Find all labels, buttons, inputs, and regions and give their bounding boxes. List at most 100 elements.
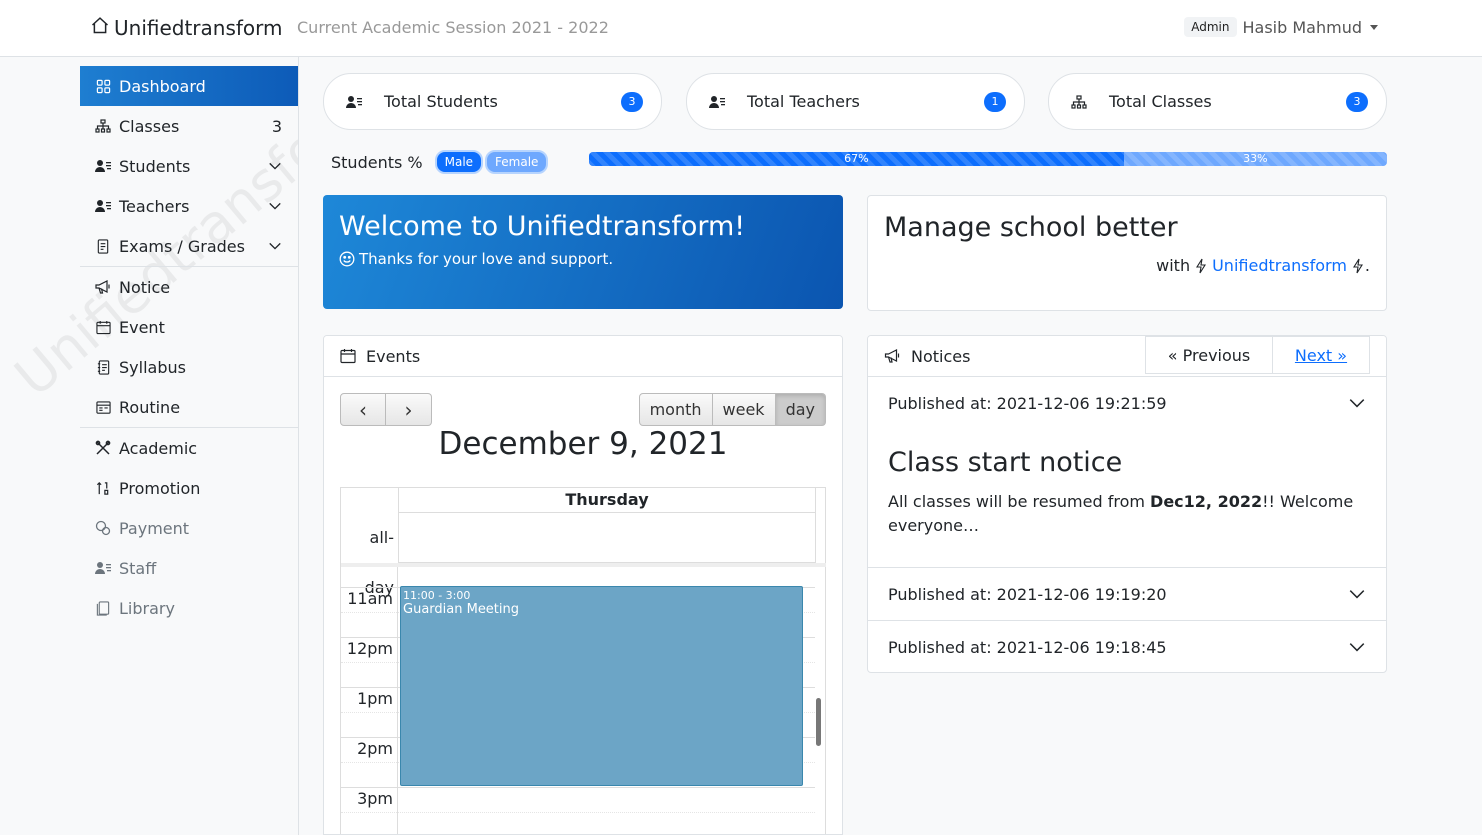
view-week-button[interactable]: week [712,393,776,426]
calendar-grid: Thursday all-day 11am 12pm 1pm 2pm 3pm 1… [340,487,826,834]
sidebar-item-label: Exams / Grades [119,236,245,256]
classes-count: 3 [271,116,282,136]
chevron-down-icon [269,242,281,250]
previous-page-button[interactable]: « Previous [1145,336,1273,374]
calendar-scrollbar[interactable] [816,698,821,746]
total-students-card[interactable]: Total Students 3 [323,73,662,130]
sidebar-item-label: Dashboard [119,76,206,96]
students-pct-label: Students % [331,152,423,172]
lightning-icon [1352,258,1363,273]
day-column-header: Thursday [398,488,815,513]
time-label: 12pm [346,639,393,658]
sidebar-item-payment[interactable]: Payment [80,508,298,548]
sidebar-item-label: Notice [119,277,171,297]
sidebar-item-label: Students [119,156,191,176]
total-teachers-card[interactable]: Total Teachers 1 [686,73,1025,130]
chevron-down-icon [1349,590,1365,599]
brand-name: Unifiedtransform [114,15,283,40]
sidebar-item-promotion[interactable]: Promotion [80,468,298,508]
caret-down-icon [1370,24,1378,30]
smile-icon [339,251,355,267]
top-navbar: Unifiedtransform Current Academic Sessio… [0,0,1482,57]
sidebar-item-notice[interactable]: Notice [80,267,298,307]
notice-toggle[interactable]: Published at: 2021-12-06 19:19:20 [868,568,1386,620]
house-icon [90,15,114,40]
calendar-nav: ‹ › [340,393,432,426]
sidebar-item-syllabus[interactable]: Syllabus [80,347,298,387]
welcome-subtitle-text: Thanks for your love and support. [359,250,614,268]
sidebar-item-routine[interactable]: Routine [80,387,298,427]
sidebar-item-event[interactable]: Event [80,307,298,347]
sidebar-item-dashboard[interactable]: Dashboard [80,66,298,106]
sidebar: Unifiedtransform Dashboard Classes 3 Stu… [0,57,299,835]
diagram-icon [1071,94,1089,109]
time-slot[interactable] [341,787,815,788]
sidebar-item-label: Syllabus [119,357,186,377]
time-slot[interactable] [341,812,815,813]
sidebar-item-label: Promotion [119,478,201,498]
count-badge: 3 [621,91,643,112]
sort-numeric-up-icon [95,480,111,496]
calendar-prev-button[interactable]: ‹ [340,393,386,426]
notice-item: Published at: 2021-12-06 19:18:45 [868,621,1386,672]
view-day-button[interactable]: day [775,393,826,426]
sidebar-item-label: Staff [119,558,157,578]
notice-title: Class start notice [888,447,1123,478]
person-lines-icon [95,198,111,214]
sidebar-item-staff[interactable]: Staff [80,548,298,588]
sidebar-item-label: Event [119,317,165,337]
time-label: 11am [347,589,393,608]
academic-session: Current Academic Session 2021 - 2022 [297,18,609,37]
total-classes-card[interactable]: Total Classes 3 [1048,73,1387,130]
event-time: 11:00 - 3:00 [403,589,471,602]
male-progress: 67% [589,152,1124,166]
unifiedtransform-link[interactable]: Unifiedtransform [1212,256,1347,275]
time-label: 2pm [357,739,393,758]
notices-card: Notices « Previous Next » Published at: … [867,335,1387,673]
sidebar-item-exams-grades[interactable]: Exams / Grades [80,226,298,266]
notice-toggle[interactable]: Published at: 2021-12-06 19:18:45 [868,621,1386,672]
allday-label: all-day [364,528,394,597]
notice-item: Published at: 2021-12-06 19:21:59 Class … [868,377,1386,568]
manage-with-line: with Unifiedtransform . [1156,256,1370,275]
sidebar-item-label: Routine [119,397,181,417]
sidebar-item-teachers[interactable]: Teachers [80,186,298,226]
user-name: Hasib Mahmud [1242,17,1363,37]
sidebar-item-label: Library [119,598,175,618]
person-lines-icon [95,560,111,576]
person-lines-icon [709,95,727,109]
journal-text-icon [95,359,111,375]
diagram-icon [95,118,111,134]
stat-label: Total Teachers [747,92,860,111]
journals-icon [95,600,111,616]
calendar-next-button[interactable]: › [386,393,432,426]
brand-link[interactable]: Unifiedtransform [90,15,283,40]
sidebar-item-classes[interactable]: Classes 3 [80,106,298,146]
notice-published: Published at: 2021-12-06 19:19:20 [888,584,1167,604]
gender-progress-bar: 67% 33% [589,152,1387,166]
welcome-title: Welcome to Unifiedtransform! [339,211,746,242]
user-menu[interactable]: Admin Hasib Mahmud [1184,17,1378,37]
notices-title: Notices [911,346,971,366]
allday-slot[interactable] [398,513,815,563]
calendar-date-title: December 9, 2021 [438,426,728,462]
sidebar-item-students[interactable]: Students [80,146,298,186]
event-title: Guardian Meeting [403,602,520,617]
calendar-view-switch: month week day [638,393,826,426]
grid-icon [95,78,111,94]
sidebar-item-academic[interactable]: Academic [80,428,298,468]
sidebar-nav: Dashboard Classes 3 Students Teachers Ex… [80,66,298,628]
notice-toggle[interactable]: Published at: 2021-12-06 19:21:59 [868,377,1386,429]
sidebar-item-library[interactable]: Library [80,588,298,628]
male-badge: Male [434,150,484,174]
notice-text-pre: All classes will be resumed from [888,492,1151,511]
events-card: Events ‹ › month week day December 9, 20… [323,335,843,835]
count-badge: 1 [984,91,1006,112]
time-label: 3pm [357,789,393,808]
events-header: Events [324,336,842,377]
manage-school-card: Manage school better with Unifiedtransfo… [867,195,1387,311]
calendar-event[interactable]: 11:00 - 3:00 Guardian Meeting [400,586,803,786]
next-page-link[interactable]: Next » [1273,336,1370,374]
view-month-button[interactable]: month [638,393,713,426]
with-text: with [1156,256,1191,275]
